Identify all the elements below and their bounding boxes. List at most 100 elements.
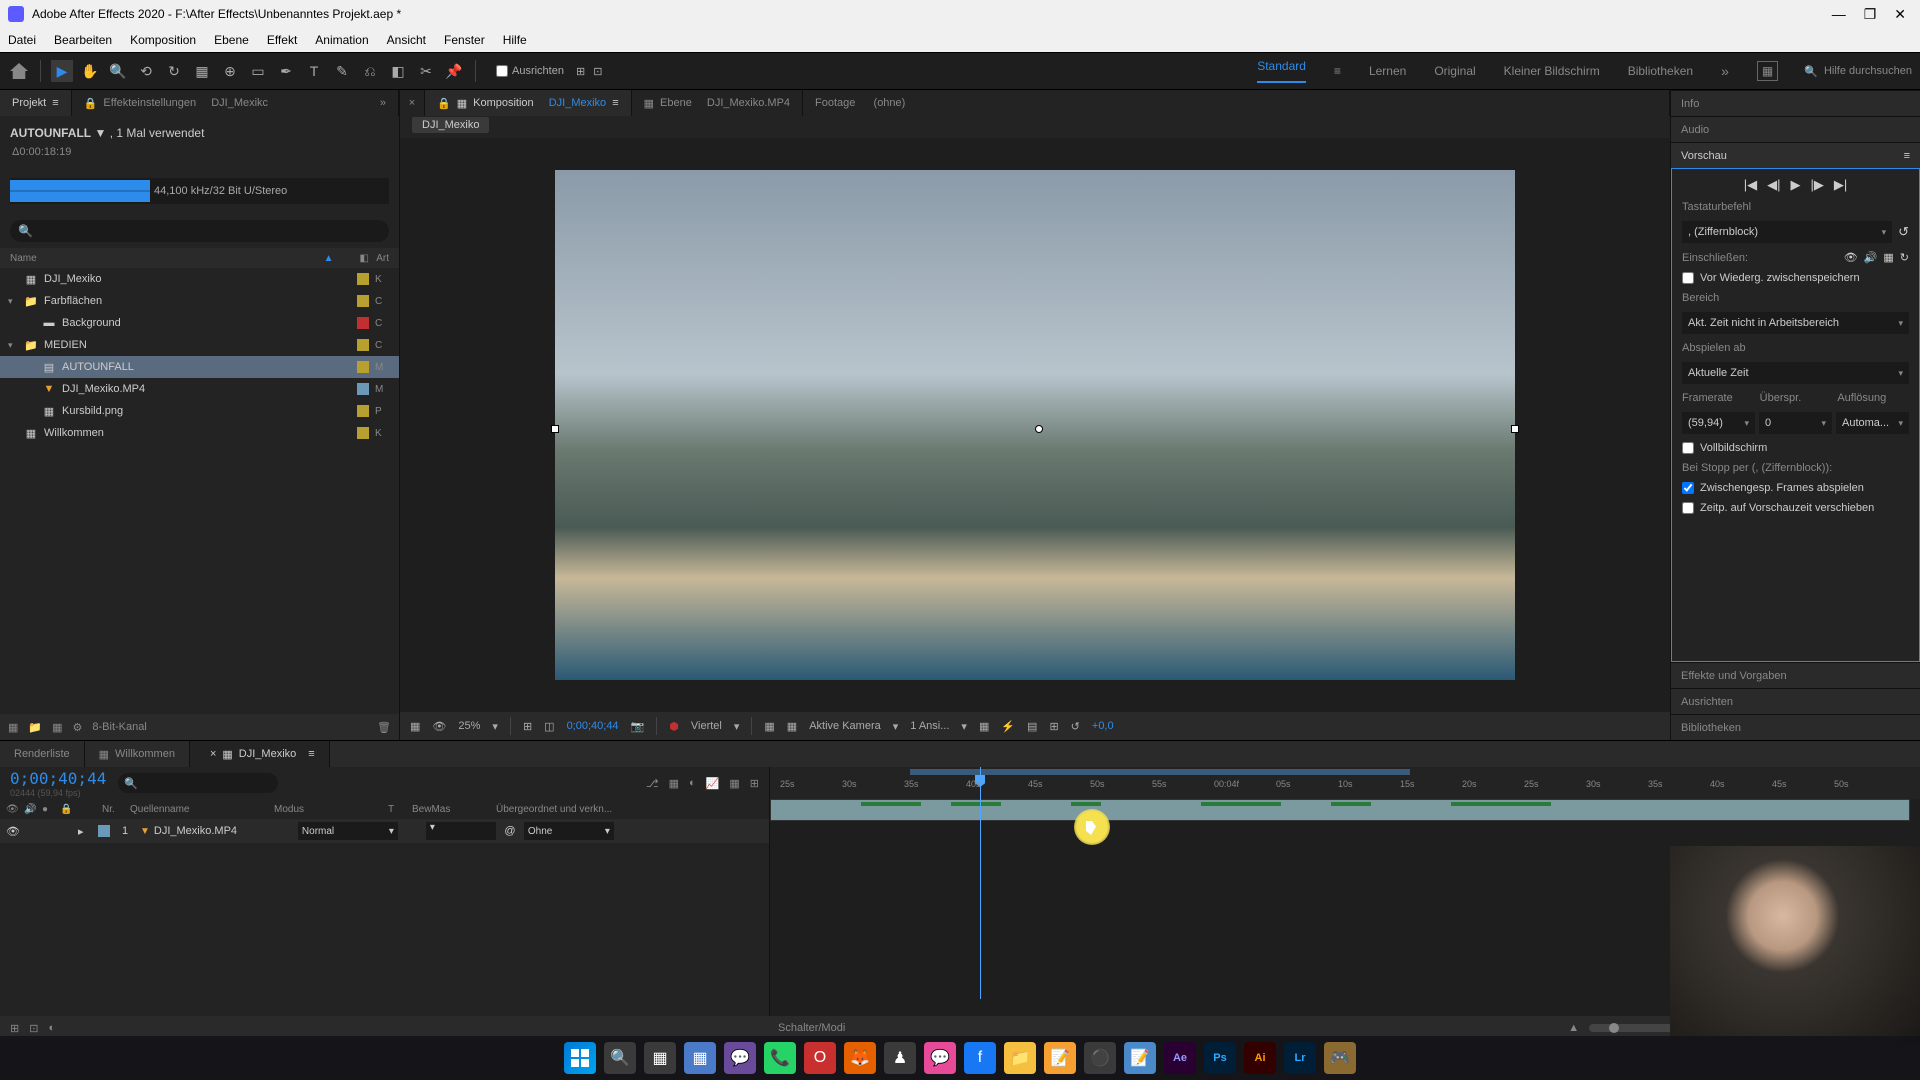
trkmat-dropdown[interactable]: ▾ [426, 822, 496, 840]
workspace-kleiner-bildschirm[interactable]: Kleiner Bildschirm [1504, 64, 1600, 78]
pen-tool[interactable]: ✒ [275, 60, 297, 82]
toggle-modes-icon[interactable]: ⊡ [29, 1022, 38, 1035]
close-tab-icon[interactable]: × [210, 748, 216, 760]
timeline-timecode[interactable]: 0;00;40;44 [10, 769, 106, 788]
tree-item-audio[interactable]: ▤AUTOUNFALLM [0, 356, 399, 378]
taskbar-facebook[interactable]: f [964, 1042, 996, 1074]
flowchart-icon[interactable]: ⊞ [1049, 720, 1058, 733]
project-search-input[interactable]: 🔍 [10, 220, 389, 242]
taskbar-widgets[interactable]: ▦ [684, 1042, 716, 1074]
hand-tool[interactable]: ✋ [79, 60, 101, 82]
menu-animation[interactable]: Animation [315, 33, 368, 47]
panel-ausrichten[interactable]: Ausrichten [1671, 688, 1920, 714]
channel-icon[interactable]: ⬢ [669, 720, 679, 733]
taskbar-search[interactable]: 🔍 [604, 1042, 636, 1074]
snapshot-icon[interactable]: 📷 [631, 720, 645, 733]
taskbar-teams[interactable]: 💬 [724, 1042, 756, 1074]
settings-icon[interactable]: ⚙ [73, 721, 83, 734]
pan-behind-tool[interactable]: ⊕ [219, 60, 241, 82]
chevron-down-icon[interactable]: ▾ [961, 720, 967, 733]
tab-effekteinstellungen[interactable]: 🔒 Effekteinstellungen DJI_Mexikc » [72, 90, 399, 116]
toggle-switches-icon[interactable]: ⊞ [10, 1022, 19, 1035]
viewer-timecode[interactable]: 0;00;40;44 [567, 720, 619, 732]
minimize-button[interactable]: — [1832, 6, 1846, 23]
menu-hilfe[interactable]: Hilfe [503, 33, 527, 47]
layer-clip[interactable] [770, 799, 1910, 821]
chevron-down-icon[interactable]: ▾ [734, 720, 740, 733]
tab-footage[interactable]: Footage (ohne) [803, 90, 1670, 116]
taskbar-game[interactable]: 🎮 [1324, 1042, 1356, 1074]
tree-item-comp[interactable]: ▦WillkommenK [0, 422, 399, 444]
roto-tool[interactable]: ✂ [415, 60, 437, 82]
loop-toggle-icon[interactable]: ↻ [1900, 251, 1909, 264]
layer-row-1[interactable]: 👁 ▸ 1 ▼ DJI_Mexiko.MP4 Normal▾ ▾ @ Ohne▾ [0, 819, 769, 843]
brush-tool[interactable]: ✎ [331, 60, 353, 82]
views-dropdown[interactable]: 1 Ansi... [910, 720, 949, 732]
tab-ebene[interactable]: ▦ Ebene DJI_Mexiko.MP4 [632, 90, 803, 116]
col-modus[interactable]: Modus [274, 804, 384, 815]
chevron-down-icon[interactable]: ▾ [893, 720, 899, 733]
play-button[interactable]: ▶ [1791, 177, 1801, 193]
tree-item-comp[interactable]: ▦DJI_MexikoK [0, 268, 399, 290]
tree-item-folder[interactable]: ▾📁MEDIENC [0, 334, 399, 356]
cache-checkbox[interactable] [1682, 272, 1694, 284]
work-area-bar[interactable] [910, 769, 1410, 775]
taskbar-firefox[interactable]: 🦊 [844, 1042, 876, 1074]
workspace-hamburger-icon[interactable]: ≡ [1334, 64, 1341, 78]
puppet-tool[interactable]: 📌 [443, 60, 465, 82]
fast-preview-icon[interactable]: ⚡ [1001, 720, 1015, 733]
eye-toggle[interactable]: 👁 [6, 825, 20, 838]
tree-item-video[interactable]: ▼DJI_Mexiko.MP4M [0, 378, 399, 400]
taskbar-notes[interactable]: 📝 [1044, 1042, 1076, 1074]
clone-tool[interactable]: ⎌ [359, 60, 381, 82]
interpret-icon[interactable]: ▦ [8, 721, 18, 734]
toggle-brain-icon[interactable]: ◐ [48, 1022, 55, 1034]
orbit-tool[interactable]: ⟲ [135, 60, 157, 82]
timeline-search-input[interactable]: 🔍 [118, 773, 278, 793]
panel-audio[interactable]: Audio [1671, 116, 1920, 142]
sort-arrow-icon[interactable]: ▲ [324, 253, 334, 264]
home-button[interactable] [8, 60, 30, 82]
first-frame-button[interactable]: |◀ [1744, 177, 1757, 193]
menu-komposition[interactable]: Komposition [130, 33, 196, 47]
layer-swatch[interactable] [98, 825, 110, 837]
eye-column-icon[interactable]: 👁 [6, 804, 20, 815]
tree-item-solid[interactable]: ▬BackgroundC [0, 312, 399, 334]
shy-icon[interactable]: ⎇ [646, 777, 659, 790]
skip-dropdown[interactable]: 0▾ [1759, 412, 1832, 434]
preview-frame[interactable] [555, 170, 1515, 680]
transparency-icon[interactable]: ▦ [787, 720, 797, 733]
shape-tool[interactable]: ▭ [247, 60, 269, 82]
timeline-icon[interactable]: ▤ [1027, 720, 1037, 733]
overlay-toggle-icon[interactable]: ▦ [1883, 251, 1893, 264]
bit-depth-label[interactable]: 8-Bit-Kanal [92, 721, 146, 733]
time-ruler[interactable]: 25s 30s 35s 40s 45s 50s 55s 00:04f 05s 1… [770, 767, 1920, 799]
roi-icon[interactable]: ▦ [764, 720, 774, 733]
audio-toggle-icon[interactable]: 🔊 [1864, 251, 1878, 264]
taskbar-obs[interactable]: ⚫ [1084, 1042, 1116, 1074]
new-comp-icon[interactable]: ▦ [52, 721, 62, 734]
solo-column-icon[interactable]: ● [42, 804, 56, 815]
workspace-lernen[interactable]: Lernen [1369, 64, 1406, 78]
alpha-icon[interactable]: ▦ [410, 720, 420, 733]
move-time-checkbox[interactable] [1682, 502, 1694, 514]
tab-komposition[interactable]: 🔒 ▦ Komposition DJI_Mexiko ≡ [425, 90, 632, 116]
tree-item-image[interactable]: ▦Kursbild.pngP [0, 400, 399, 422]
fps-dropdown[interactable]: (59,94)▾ [1682, 412, 1755, 434]
bereich-dropdown[interactable]: Akt. Zeit nicht in Arbeitsbereich▾ [1682, 312, 1909, 334]
snap-icon[interactable]: ⊞ [576, 65, 585, 78]
viewer-close[interactable]: × [400, 90, 425, 116]
tab-dji-mexiko[interactable]: × ▦ DJI_Mexiko ≡ [190, 741, 330, 767]
taskbar-messenger[interactable]: 💬 [924, 1042, 956, 1074]
hamburger-icon[interactable]: ≡ [52, 97, 58, 109]
resolution-dropdown[interactable]: Viertel [691, 720, 722, 732]
shortcut-dropdown[interactable]: , (Ziffernblock)▾ [1682, 221, 1892, 243]
cached-frames-checkbox[interactable] [1682, 482, 1694, 494]
taskbar-app[interactable]: ♟ [884, 1042, 916, 1074]
eraser-tool[interactable]: ◧ [387, 60, 409, 82]
asset-dropdown-icon[interactable]: ▼ [94, 126, 106, 140]
transform-handle-left[interactable] [551, 425, 559, 433]
tab-renderliste[interactable]: Renderliste [0, 741, 85, 767]
column-name[interactable]: Name [10, 253, 324, 264]
zoom-out-icon[interactable]: ▲ [1568, 1022, 1579, 1034]
